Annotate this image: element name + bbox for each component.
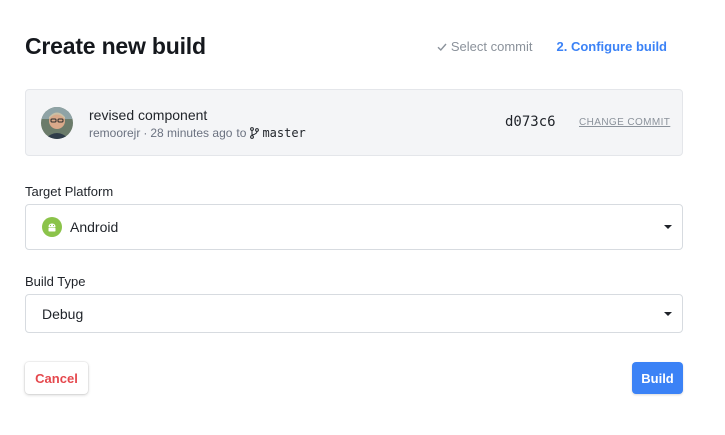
change-commit-link[interactable]: CHANGE COMMIT	[579, 117, 670, 128]
branch-icon	[250, 127, 260, 139]
commit-hash: d073c6	[505, 114, 556, 130]
meta-separator: ·	[143, 126, 148, 140]
caret-down-icon	[664, 225, 672, 229]
page-title: Create new build	[25, 33, 206, 59]
check-icon	[437, 43, 447, 51]
commit-time: 28 minutes ago	[150, 126, 233, 140]
build-steps: Select commit 2. Configure build	[437, 39, 667, 54]
commit-author: remoorejr	[89, 126, 141, 140]
step-select-commit-label: Select commit	[450, 39, 533, 54]
cancel-button[interactable]: Cancel	[25, 362, 88, 394]
commit-card: revised component remoorejr · 28 minutes…	[25, 89, 683, 156]
android-icon	[42, 217, 62, 237]
build-type-value: Debug	[42, 305, 84, 322]
build-type-select[interactable]: Debug	[25, 294, 683, 333]
commit-meta: remoorejr · 28 minutes ago to master	[89, 126, 306, 140]
avatar-image	[41, 107, 73, 139]
step-select-commit[interactable]: Select commit	[437, 39, 533, 54]
target-platform-value: Android	[70, 219, 119, 235]
branch-name: master	[262, 126, 306, 140]
build-type-label: Build Type	[25, 274, 86, 289]
caret-down-icon	[664, 311, 672, 316]
target-platform-select[interactable]: Android	[25, 204, 683, 250]
avatar	[41, 107, 73, 139]
target-platform-label: Target Platform	[25, 184, 114, 199]
commit-to: to	[236, 126, 247, 140]
commit-message: revised component	[89, 107, 208, 123]
build-button[interactable]: Build	[632, 362, 683, 394]
step-configure-build[interactable]: 2. Configure build	[557, 39, 668, 54]
